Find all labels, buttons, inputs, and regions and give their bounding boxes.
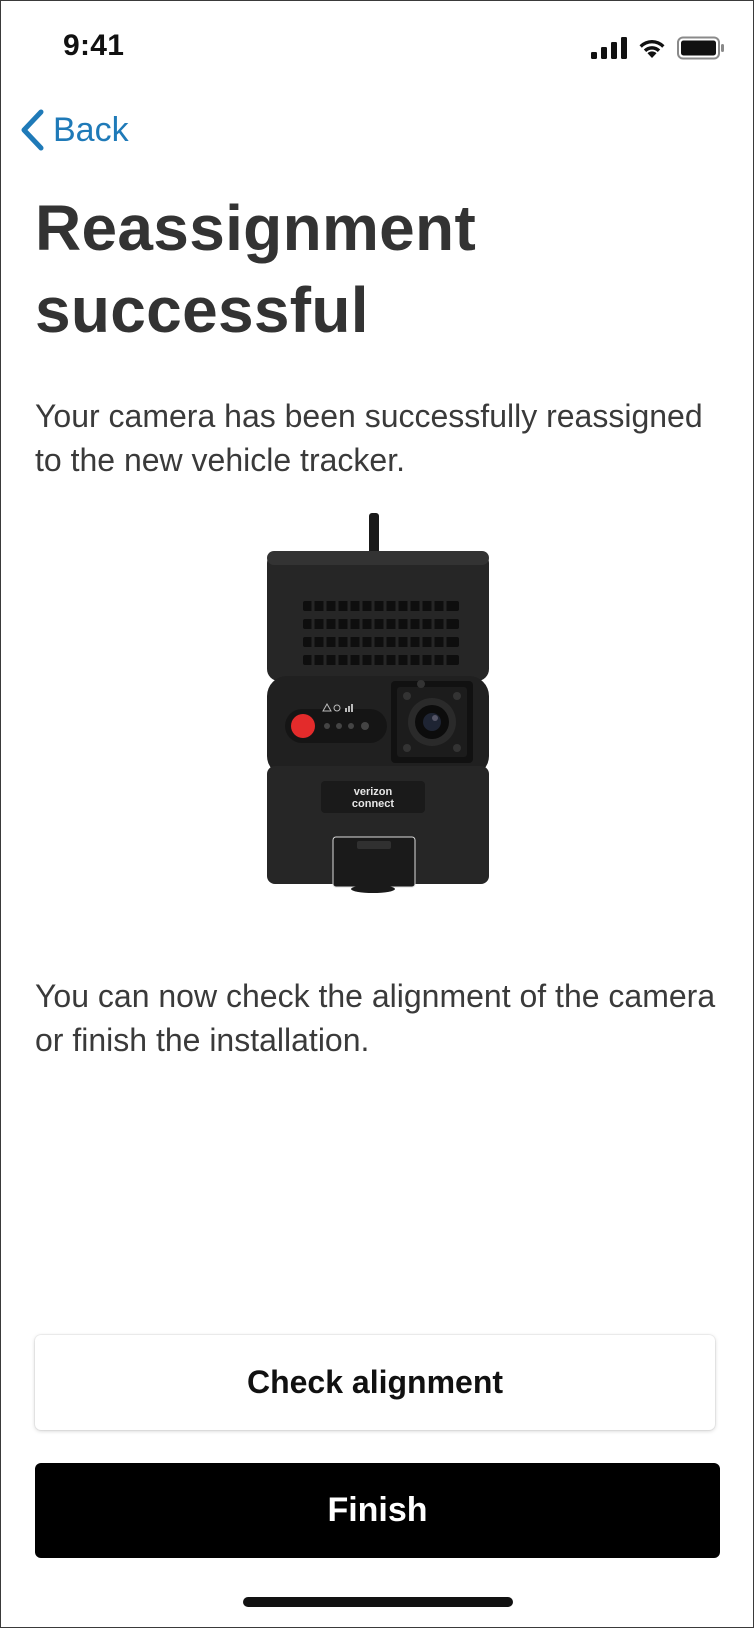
instruction-text: You can now check the alignment of the c… [35,978,716,1058]
finish-button[interactable]: Finish [35,1463,720,1558]
camera-brand-line-2: connect [352,798,395,810]
page-title-line-2: successful [35,274,369,346]
home-indicator[interactable] [243,1597,513,1607]
description-text: Your camera has been successfully reassi… [35,398,703,478]
page-title-line-1: Reassignment [35,192,477,264]
back-button[interactable]: Back [19,109,129,151]
status-time: 9:41 [63,29,125,62]
camera-brand-line-1: verizon [354,786,393,798]
wifi-icon [639,40,665,58]
status-icons [591,35,725,61]
app-screen: 9:41 Back Reassignment successful Your c… [0,0,754,1628]
check-alignment-button[interactable]: Check alignment [35,1335,715,1430]
back-label: Back [53,110,129,149]
chevron-left-icon [21,109,44,151]
dashcam-image: verizon connect [267,513,489,893]
page-title: Reassignment successful [35,187,715,351]
battery-icon [677,36,724,60]
cellular-signal-icon [591,37,627,59]
